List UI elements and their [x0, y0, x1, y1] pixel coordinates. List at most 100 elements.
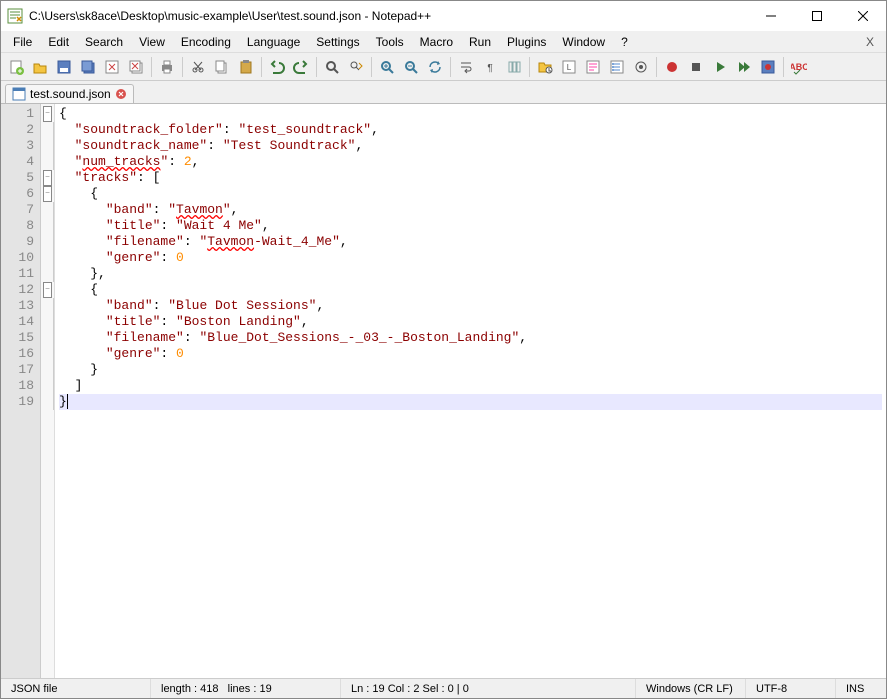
- code-line[interactable]: "genre": 0: [59, 250, 882, 266]
- fold-marker[interactable]: [41, 154, 54, 170]
- toolbar-save-macro-icon[interactable]: [757, 56, 779, 78]
- editor[interactable]: 12345678910111213141516171819 −−−− { "so…: [1, 103, 886, 678]
- line-number[interactable]: 12: [1, 282, 34, 298]
- code-line[interactable]: ]: [59, 378, 882, 394]
- fold-marker[interactable]: [41, 234, 54, 250]
- fold-marker[interactable]: [41, 314, 54, 330]
- toolbar-doc-map-icon[interactable]: [582, 56, 604, 78]
- code-area[interactable]: { "soundtrack_folder": "test_soundtrack"…: [55, 104, 886, 678]
- toolbar-zoom-out-icon[interactable]: [400, 56, 422, 78]
- toolbar-new-icon[interactable]: [5, 56, 27, 78]
- fold-marker[interactable]: [41, 330, 54, 346]
- menu-macro[interactable]: Macro: [412, 33, 461, 51]
- fold-marker[interactable]: −: [41, 170, 54, 186]
- close-button[interactable]: [840, 1, 886, 31]
- toolbar-show-all-icon[interactable]: ¶: [479, 56, 501, 78]
- line-number[interactable]: 14: [1, 314, 34, 330]
- tab-active[interactable]: test.sound.json: [5, 84, 134, 103]
- line-number[interactable]: 9: [1, 234, 34, 250]
- line-number[interactable]: 3: [1, 138, 34, 154]
- line-number[interactable]: 8: [1, 218, 34, 234]
- menu-close-x[interactable]: X: [858, 33, 882, 51]
- toolbar-wrap-icon[interactable]: [455, 56, 477, 78]
- line-number[interactable]: 10: [1, 250, 34, 266]
- tab-close-icon[interactable]: [115, 88, 127, 100]
- fold-marker[interactable]: [41, 218, 54, 234]
- line-number[interactable]: 17: [1, 362, 34, 378]
- code-line[interactable]: }: [59, 394, 882, 410]
- code-line[interactable]: {: [59, 282, 882, 298]
- line-number[interactable]: 7: [1, 202, 34, 218]
- fold-marker[interactable]: [41, 378, 54, 394]
- code-line[interactable]: "title": "Boston Landing",: [59, 314, 882, 330]
- code-line[interactable]: },: [59, 266, 882, 282]
- line-number[interactable]: 16: [1, 346, 34, 362]
- code-line[interactable]: "filename": "Tavmon-Wait_4_Me",: [59, 234, 882, 250]
- toolbar-close-all-icon[interactable]: [125, 56, 147, 78]
- menu-help[interactable]: ?: [613, 33, 636, 51]
- toolbar-ud-lang-icon[interactable]: L: [558, 56, 580, 78]
- menu-window[interactable]: Window: [554, 33, 613, 51]
- toolbar-paste-icon[interactable]: [235, 56, 257, 78]
- line-number-gutter[interactable]: 12345678910111213141516171819: [1, 104, 41, 678]
- fold-marker[interactable]: [41, 346, 54, 362]
- line-number[interactable]: 18: [1, 378, 34, 394]
- line-number[interactable]: 13: [1, 298, 34, 314]
- menu-encoding[interactable]: Encoding: [173, 33, 239, 51]
- maximize-button[interactable]: [794, 1, 840, 31]
- toolbar-copy-icon[interactable]: [211, 56, 233, 78]
- toolbar-cut-icon[interactable]: [187, 56, 209, 78]
- menu-tools[interactable]: Tools: [368, 33, 412, 51]
- menu-settings[interactable]: Settings: [308, 33, 367, 51]
- toolbar-folder-icon[interactable]: [534, 56, 556, 78]
- toolbar-replace-icon[interactable]: [345, 56, 367, 78]
- toolbar-redo-icon[interactable]: [290, 56, 312, 78]
- toolbar-play-icon[interactable]: [709, 56, 731, 78]
- toolbar-close-icon[interactable]: [101, 56, 123, 78]
- toolbar-open-icon[interactable]: [29, 56, 51, 78]
- menu-run[interactable]: Run: [461, 33, 499, 51]
- toolbar-play-multi-icon[interactable]: [733, 56, 755, 78]
- fold-marker[interactable]: [41, 298, 54, 314]
- toolbar-save-icon[interactable]: [53, 56, 75, 78]
- fold-marker[interactable]: [41, 250, 54, 266]
- toolbar-monitor-icon[interactable]: [630, 56, 652, 78]
- menu-edit[interactable]: Edit: [40, 33, 77, 51]
- toolbar-zoom-in-icon[interactable]: [376, 56, 398, 78]
- fold-marker[interactable]: −: [41, 282, 54, 298]
- fold-marker[interactable]: [41, 266, 54, 282]
- toolbar-print-icon[interactable]: [156, 56, 178, 78]
- fold-marker[interactable]: −: [41, 106, 54, 122]
- toolbar-record-icon[interactable]: [661, 56, 683, 78]
- code-line[interactable]: "band": "Blue Dot Sessions",: [59, 298, 882, 314]
- line-number[interactable]: 6: [1, 186, 34, 202]
- fold-marker[interactable]: [41, 394, 54, 410]
- code-line[interactable]: "filename": "Blue_Dot_Sessions_-_03_-_Bo…: [59, 330, 882, 346]
- menu-language[interactable]: Language: [239, 33, 308, 51]
- fold-marker[interactable]: −: [41, 186, 54, 202]
- code-line[interactable]: "tracks": [: [59, 170, 882, 186]
- menu-view[interactable]: View: [131, 33, 173, 51]
- code-line[interactable]: "title": "Wait 4 Me",: [59, 218, 882, 234]
- minimize-button[interactable]: [748, 1, 794, 31]
- toolbar-func-list-icon[interactable]: [606, 56, 628, 78]
- code-line[interactable]: "soundtrack_folder": "test_soundtrack",: [59, 122, 882, 138]
- code-line[interactable]: "num_tracks": 2,: [59, 154, 882, 170]
- toolbar-save-all-icon[interactable]: [77, 56, 99, 78]
- line-number[interactable]: 4: [1, 154, 34, 170]
- code-line[interactable]: "genre": 0: [59, 346, 882, 362]
- code-line[interactable]: {: [59, 106, 882, 122]
- menu-plugins[interactable]: Plugins: [499, 33, 554, 51]
- fold-marker[interactable]: [41, 362, 54, 378]
- line-number[interactable]: 2: [1, 122, 34, 138]
- toolbar-spellcheck-icon[interactable]: ABC: [788, 56, 810, 78]
- toolbar-indent-guide-icon[interactable]: [503, 56, 525, 78]
- toolbar-find-icon[interactable]: [321, 56, 343, 78]
- toolbar-sync-icon[interactable]: [424, 56, 446, 78]
- line-number[interactable]: 11: [1, 266, 34, 282]
- line-number[interactable]: 5: [1, 170, 34, 186]
- fold-column[interactable]: −−−−: [41, 104, 55, 678]
- fold-marker[interactable]: [41, 138, 54, 154]
- menu-file[interactable]: File: [5, 33, 40, 51]
- toolbar-undo-icon[interactable]: [266, 56, 288, 78]
